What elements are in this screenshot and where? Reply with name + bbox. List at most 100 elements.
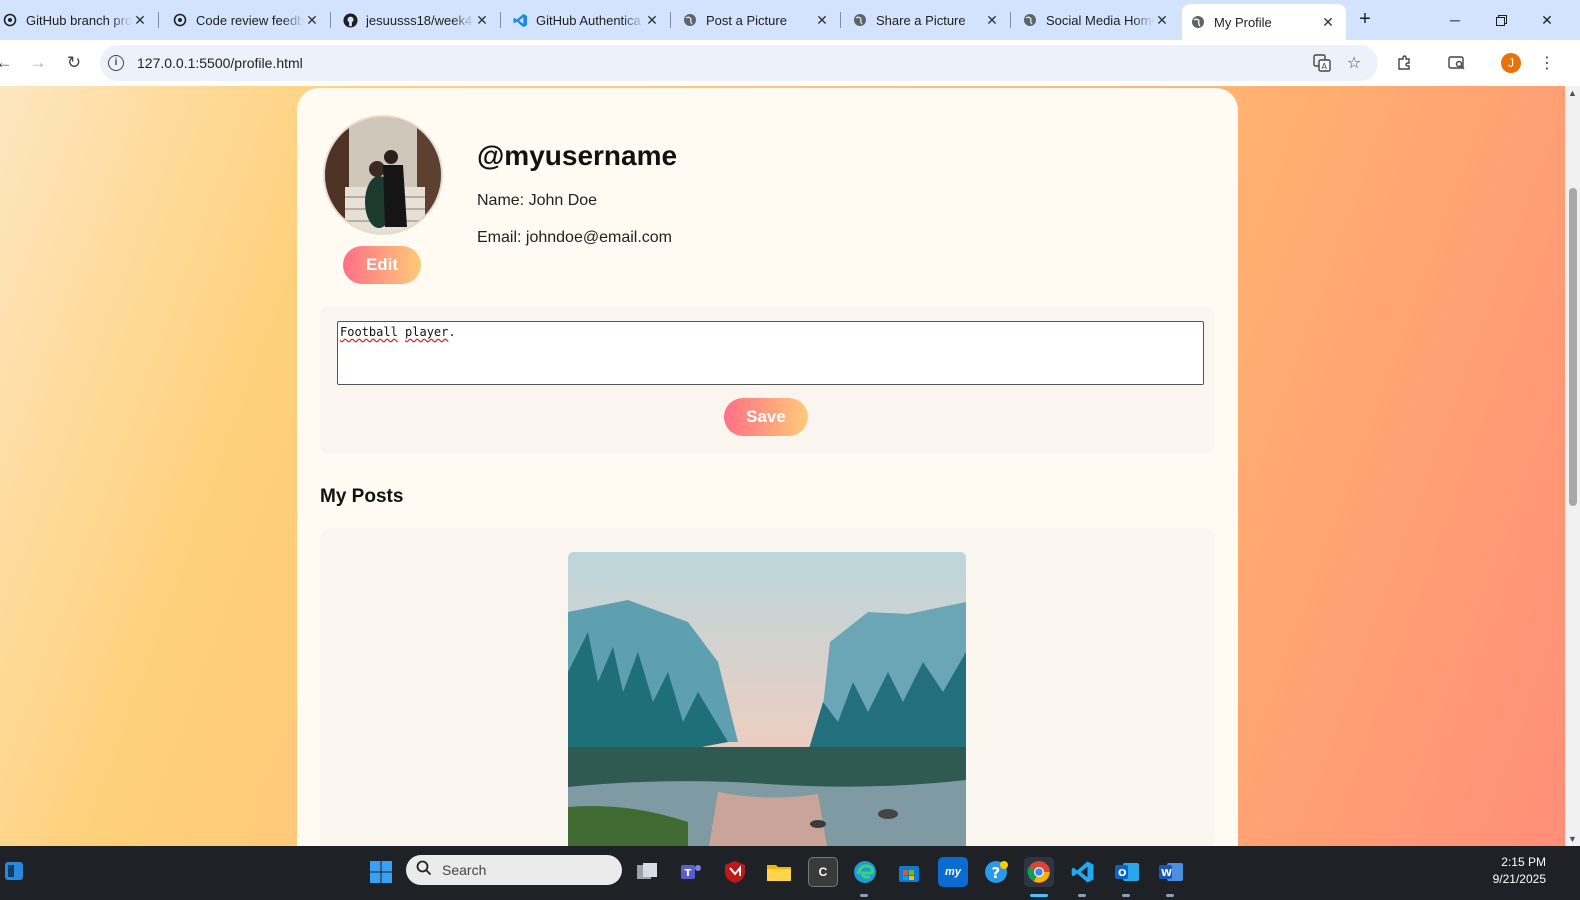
- system-clock[interactable]: 2:15 PM 9/21/2025: [1493, 854, 1546, 888]
- chrome-icon[interactable]: [1024, 857, 1054, 887]
- svg-text:T: T: [685, 868, 692, 879]
- outlook-icon[interactable]: O: [1112, 857, 1142, 887]
- edit-profile-button[interactable]: Edit: [343, 246, 421, 284]
- tab-strip: GitHub branch pro ✕ Code review feedb ✕ …: [0, 0, 1580, 40]
- tab-title: My Profile: [1214, 14, 1272, 30]
- profile-avatar-icon[interactable]: J: [1501, 53, 1521, 73]
- address-url: 127.0.0.1:5500/profile.html: [137, 55, 303, 71]
- bio-textarea[interactable]: Football player.: [337, 321, 1204, 385]
- word-icon[interactable]: W: [1156, 857, 1186, 887]
- minimize-icon[interactable]: ─: [1432, 0, 1478, 40]
- bio-word: player: [405, 325, 449, 339]
- github-icon: [342, 12, 358, 28]
- tab-code-review[interactable]: Code review feedb ✕: [164, 4, 331, 36]
- running-indicator: [1078, 894, 1086, 897]
- close-tab-icon[interactable]: ✕: [984, 12, 1000, 28]
- profile-avatar: [323, 115, 443, 235]
- running-indicator: [860, 894, 868, 897]
- help-icon[interactable]: ?: [982, 857, 1012, 887]
- close-tab-icon[interactable]: ✕: [1154, 12, 1170, 28]
- close-tab-icon[interactable]: ✕: [474, 12, 490, 28]
- hp-app-icon[interactable]: my: [938, 857, 968, 887]
- tab-title: jesuusss18/week4c: [366, 12, 474, 28]
- post-image[interactable]: [568, 552, 966, 846]
- start-windows-icon[interactable]: [366, 857, 396, 887]
- tab-title: Post a Picture: [706, 12, 787, 28]
- running-indicator: [1166, 894, 1174, 897]
- mcafee-icon[interactable]: [720, 857, 750, 887]
- tab-title: Social Media Home: [1046, 12, 1154, 28]
- new-tab-icon[interactable]: +: [1354, 8, 1376, 30]
- svg-text:O: O: [1118, 868, 1127, 879]
- restore-icon[interactable]: [1478, 0, 1524, 40]
- edge-icon[interactable]: [850, 857, 880, 887]
- tab-title: Code review feedb: [196, 12, 304, 28]
- search-placeholder: Search: [442, 862, 487, 878]
- tab-my-profile[interactable]: My Profile ✕: [1182, 4, 1346, 40]
- tab-social-home[interactable]: Social Media Home ✕: [1014, 4, 1180, 36]
- site-info-icon[interactable]: i: [108, 55, 124, 71]
- browser-toolbar: ← → ↻ i 127.0.0.1:5500/profile.html A ☆ …: [0, 40, 1580, 86]
- bio-section: Football player. Save: [320, 306, 1214, 454]
- vscode-icon: [512, 12, 528, 28]
- tab-separator: [670, 12, 671, 28]
- chatgpt-icon: [172, 12, 188, 28]
- profile-username: @myusername: [477, 140, 678, 171]
- tab-github-auth[interactable]: GitHub Authentica ✕: [504, 4, 671, 36]
- close-window-icon[interactable]: ✕: [1524, 0, 1570, 40]
- teams-icon[interactable]: T: [676, 857, 706, 887]
- save-bio-button[interactable]: Save: [724, 398, 808, 436]
- close-tab-icon[interactable]: ✕: [304, 12, 320, 28]
- scroll-up-icon[interactable]: ▲: [1568, 88, 1577, 98]
- windows-taskbar: Search T C my ? O W 2:15 PM 9/21/2025: [0, 846, 1580, 900]
- tab-search-icon[interactable]: [1446, 52, 1468, 74]
- taskbar-search[interactable]: Search: [406, 855, 622, 885]
- tab-title: Share a Picture: [876, 12, 966, 28]
- profile-email: Email: johndoe@email.com: [477, 229, 672, 246]
- svg-text:A: A: [1322, 62, 1328, 71]
- back-icon[interactable]: ←: [0, 49, 18, 77]
- close-tab-icon[interactable]: ✕: [644, 12, 660, 28]
- menu-kebab-icon[interactable]: ⋮: [1536, 52, 1558, 74]
- tab-post-picture[interactable]: Post a Picture ✕: [674, 4, 841, 36]
- tab-separator: [840, 12, 841, 28]
- clock-date: 9/21/2025: [1492, 872, 1546, 886]
- tab-separator: [330, 12, 331, 28]
- post-card: [320, 528, 1214, 846]
- tab-github-repo[interactable]: jesuusss18/week4c ✕: [334, 4, 501, 36]
- tab-share-picture[interactable]: Share a Picture ✕: [844, 4, 1011, 36]
- scroll-down-icon[interactable]: ▼: [1568, 834, 1577, 844]
- search-icon: [416, 860, 432, 881]
- globe-icon: [852, 12, 868, 28]
- bio-word: Football: [340, 325, 398, 339]
- vscode-taskbar-icon[interactable]: [1068, 857, 1098, 887]
- running-indicator: [1122, 894, 1130, 897]
- close-tab-icon[interactable]: ✕: [1320, 14, 1336, 30]
- reload-icon[interactable]: ↻: [60, 49, 88, 77]
- file-explorer-icon[interactable]: [764, 857, 794, 887]
- close-tab-icon[interactable]: ✕: [132, 12, 148, 28]
- profile-card: Edit @myusername Name: John Doe Email: j…: [297, 88, 1238, 846]
- page-scrollbar[interactable]: ▲ ▼: [1565, 86, 1580, 846]
- svg-text:W: W: [1161, 868, 1172, 879]
- page-viewport: Edit @myusername Name: John Doe Email: j…: [0, 86, 1565, 846]
- svg-text:?: ?: [992, 864, 1001, 882]
- bookmark-star-icon[interactable]: ☆: [1343, 52, 1365, 74]
- address-bar[interactable]: i 127.0.0.1:5500/profile.html: [100, 45, 1378, 81]
- widgets-icon[interactable]: [2, 859, 26, 883]
- microsoft-store-icon[interactable]: [894, 857, 924, 887]
- tab-title: GitHub branch pro: [26, 12, 132, 28]
- clock-time: 2:15 PM: [1501, 855, 1546, 869]
- tab-separator: [1010, 12, 1011, 28]
- extensions-icon[interactable]: [1393, 52, 1415, 74]
- forward-icon[interactable]: →: [24, 49, 52, 77]
- app-c-icon[interactable]: C: [808, 857, 838, 887]
- scrollbar-thumb[interactable]: [1569, 188, 1577, 506]
- tab-github-branch[interactable]: GitHub branch pro ✕: [0, 4, 159, 36]
- close-tab-icon[interactable]: ✕: [814, 12, 830, 28]
- task-view-icon[interactable]: [632, 857, 662, 887]
- tab-separator: [158, 12, 159, 28]
- translate-icon[interactable]: A: [1311, 52, 1333, 74]
- profile-name: Name: John Doe: [477, 192, 598, 209]
- tab-title: GitHub Authentica: [536, 12, 641, 28]
